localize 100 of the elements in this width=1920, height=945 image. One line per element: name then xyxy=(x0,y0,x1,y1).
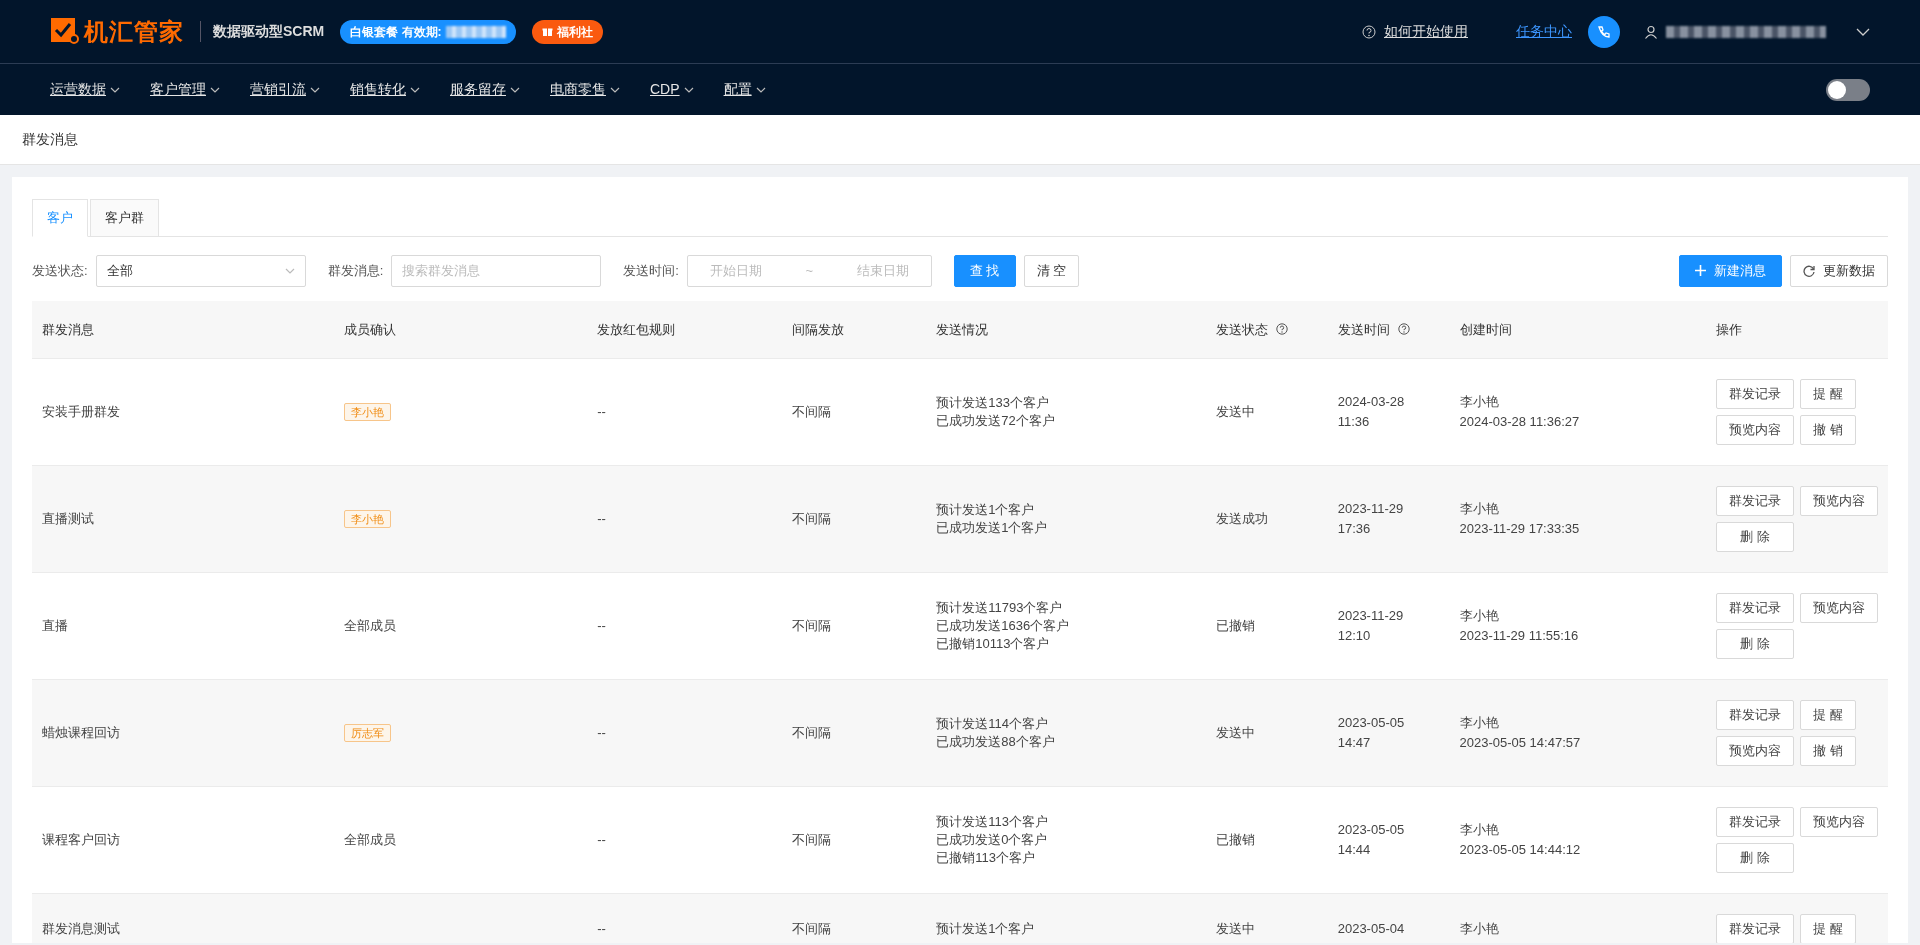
action-button[interactable]: 删 除 xyxy=(1715,629,1794,659)
task-center-link[interactable]: 任务中心 xyxy=(1516,21,1572,42)
action-button[interactable]: 预览内容 xyxy=(1715,736,1794,766)
send-time-text: 14:44 xyxy=(1337,841,1372,859)
column-header: 发放红包规则 xyxy=(597,320,676,339)
column-header: 操作 xyxy=(1715,320,1742,339)
creator-name: 李小艳 xyxy=(1459,393,1500,411)
action-button[interactable]: 提 醒 xyxy=(1799,700,1856,730)
chevron-down-icon[interactable] xyxy=(1856,27,1870,36)
filter-label: 发送时间: xyxy=(623,261,679,280)
action-button[interactable]: 预览内容 xyxy=(1799,486,1878,516)
action-button[interactable]: 提 醒 xyxy=(1799,379,1856,409)
created-time: 2023-11-29 11:55:16 xyxy=(1459,627,1580,645)
send-info-line: 预计发送133个客户 xyxy=(936,394,1050,412)
chevron-down-icon xyxy=(210,86,220,93)
help-icon xyxy=(1275,323,1288,336)
nav-menu-item[interactable]: 营销引流 xyxy=(250,79,320,100)
search-field[interactable]: 搜索群发消息 xyxy=(391,254,602,287)
action-button[interactable]: 预览内容 xyxy=(1715,415,1794,445)
send-time-text: 17:36 xyxy=(1337,520,1372,538)
creator-name: 李小艳 xyxy=(1459,920,1500,938)
user-icon xyxy=(1644,24,1658,39)
action-button[interactable]: 群发记录 xyxy=(1715,914,1794,943)
action-button[interactable]: 群发记录 xyxy=(1715,807,1794,837)
send-info-line: 已撤销113个客户 xyxy=(936,849,1036,867)
help-icon xyxy=(1362,24,1376,39)
message-name: 群发消息测试 xyxy=(42,921,120,937)
logo-icon xyxy=(50,16,80,47)
nav-menu-item[interactable]: CDP xyxy=(650,79,694,100)
action-button[interactable]: 群发记录 xyxy=(1715,593,1794,623)
bonus-rule-text: -- xyxy=(597,404,606,420)
action-button[interactable]: 群发记录 xyxy=(1715,700,1794,730)
message-name: 直播测试 xyxy=(42,511,94,527)
bonus-rule-text: -- xyxy=(597,921,606,937)
message-name: 直播 xyxy=(42,618,68,634)
send-time-text: 12:10 xyxy=(1337,627,1372,645)
send-info-line: 已成功发送0个客户 xyxy=(936,831,1049,849)
send-time-text: 14:47 xyxy=(1337,734,1372,752)
phone-button[interactable] xyxy=(1588,15,1620,48)
action-button[interactable]: 提 醒 xyxy=(1799,914,1856,943)
refresh-icon xyxy=(1803,264,1815,277)
send-info-line: 已成功发送1个客户 xyxy=(936,519,1049,537)
bonus-rule-text: -- xyxy=(597,832,606,848)
status-text: 已撤销 xyxy=(1215,618,1255,634)
bonus-rule-text: -- xyxy=(597,618,606,634)
action-button[interactable]: 群发记录 xyxy=(1715,379,1794,409)
chevron-down-icon xyxy=(284,267,295,274)
creator-name: 李小艳 xyxy=(1459,500,1500,518)
creator-name: 李小艳 xyxy=(1459,607,1500,625)
created-time: 2024-03-28 11:36:27 xyxy=(1459,413,1581,431)
send-time-text: 2023-05-05 xyxy=(1337,714,1406,732)
send-info-line: 预计发送113个客户 xyxy=(936,813,1049,831)
status-text: 发送中 xyxy=(1215,404,1255,420)
member-text: 全部成员 xyxy=(344,618,397,634)
status-select[interactable]: 全部 xyxy=(95,254,306,287)
action-button[interactable]: 删 除 xyxy=(1715,843,1794,873)
action-button[interactable]: 撤 销 xyxy=(1799,736,1856,766)
filter-button[interactable]: 清 空 xyxy=(1023,254,1080,287)
created-time: 2023-05-05 14:47:57 xyxy=(1459,734,1582,752)
phone-icon xyxy=(1596,23,1612,40)
member-text: 全部成员 xyxy=(344,832,397,848)
creator-name: 李小艳 xyxy=(1459,714,1500,732)
logo-text: 机汇管家 xyxy=(84,16,184,47)
send-info-line: 已成功发送88个客户 xyxy=(936,733,1056,751)
status-text: 已撤销 xyxy=(1215,832,1255,848)
interval-text: 不间隔 xyxy=(791,725,831,741)
action-button[interactable]: 撤 销 xyxy=(1799,415,1856,445)
member-tag: 厉志军 xyxy=(344,724,392,743)
interval-text: 不间隔 xyxy=(791,404,831,420)
creator-name: 李小艳 xyxy=(1459,821,1500,839)
send-time-text: 2024-03-28 xyxy=(1337,393,1406,411)
send-info-line: 预计发送1个客户 xyxy=(936,501,1036,519)
action-button[interactable]: 删 除 xyxy=(1715,522,1794,552)
toggle-switch[interactable] xyxy=(1826,78,1870,101)
send-time-text: 2023-05-04 xyxy=(1337,920,1406,938)
created-time: 2023-05-05 14:44:12 xyxy=(1459,841,1582,859)
send-time-text: 11:36 xyxy=(1337,413,1371,431)
message-name: 安装手册群发 xyxy=(42,404,120,420)
message-name: 蜡烛课程回访 xyxy=(42,725,120,741)
status-text: 发送中 xyxy=(1215,921,1255,937)
action-button[interactable]: 预览内容 xyxy=(1799,593,1878,623)
send-time-text: 2023-11-29 xyxy=(1337,607,1405,625)
send-info-line: 预计发送1个客户 xyxy=(936,920,1036,938)
chevron-down-icon xyxy=(410,86,420,93)
gift-icon xyxy=(541,26,553,37)
chevron-down-icon xyxy=(755,86,766,93)
toolbar-button[interactable]: 更新数据 xyxy=(1790,254,1888,287)
nav-menu-item[interactable]: 电商零售 xyxy=(550,79,620,100)
interval-text: 不间隔 xyxy=(791,618,831,634)
tab[interactable]: 客户群 xyxy=(90,199,159,237)
column-header: 成员确认 xyxy=(344,320,397,339)
action-button[interactable]: 群发记录 xyxy=(1715,486,1794,516)
send-info-line: 已成功发送1636个客户 xyxy=(936,617,1071,635)
column-header: 群发消息 xyxy=(42,320,94,339)
action-button[interactable]: 预览内容 xyxy=(1799,807,1878,837)
column-header: 发送情况 xyxy=(936,320,989,339)
nav-menu-item[interactable]: 销售转化 xyxy=(350,79,420,100)
nav-menu-item[interactable]: 客户管理 xyxy=(150,79,220,100)
tagline: 数据驱动型SCRM xyxy=(200,21,325,42)
nav-menu-item[interactable]: 配置 xyxy=(723,79,766,100)
